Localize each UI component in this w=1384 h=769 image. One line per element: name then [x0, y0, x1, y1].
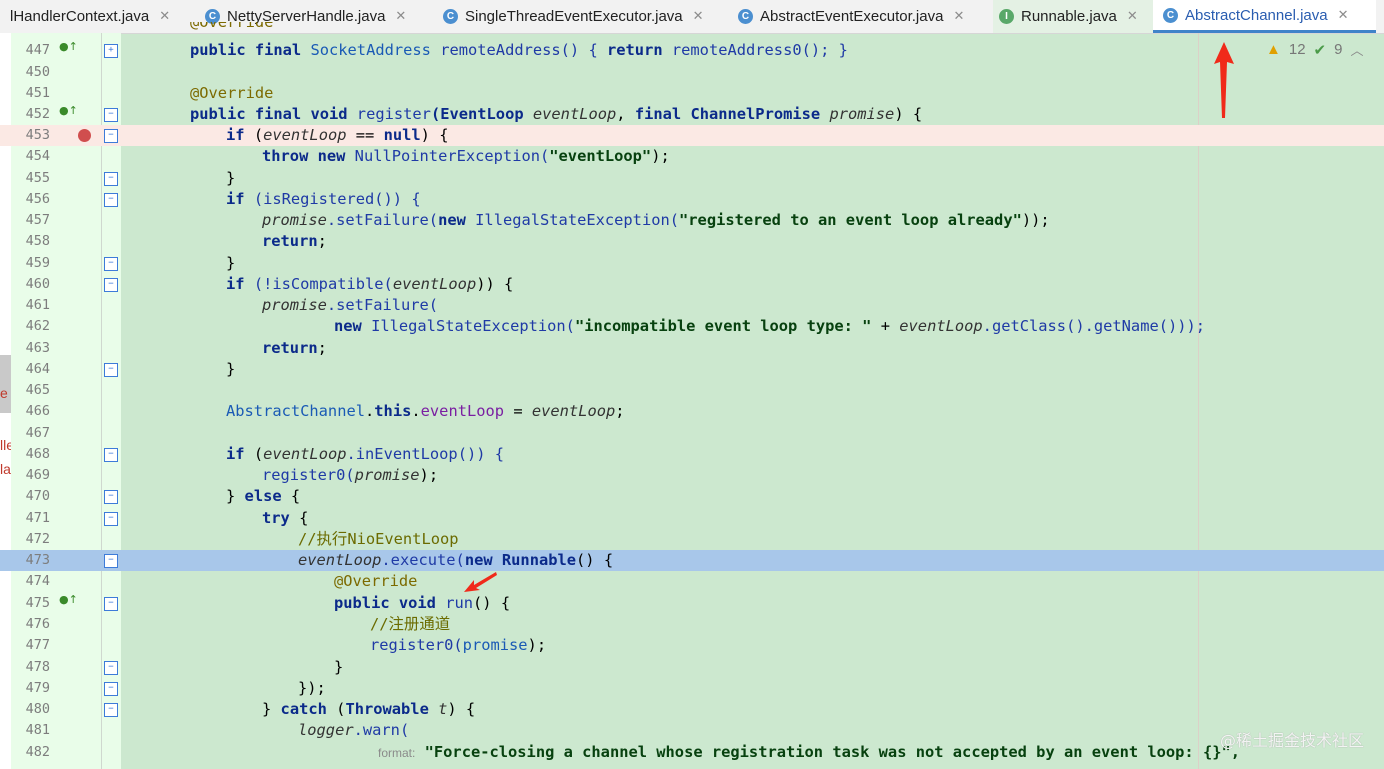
line-number: 474 — [25, 573, 50, 589]
override-icon[interactable]: ●↑ — [59, 104, 78, 117]
line-number: 476 — [25, 616, 50, 632]
line-number: 479 — [25, 680, 50, 696]
line-number: 458 — [25, 233, 50, 249]
fold-icon[interactable]: − — [104, 448, 118, 462]
line-number: 461 — [25, 297, 50, 313]
fold-icon[interactable]: − — [104, 661, 118, 675]
code-line: 481 logger.warn( — [0, 720, 1384, 741]
code-line: 458 return; — [0, 231, 1384, 252]
line-number: 460 — [25, 276, 50, 292]
tab-label: AbstractChannel.java — [1185, 6, 1328, 24]
fold-icon[interactable]: − — [104, 682, 118, 696]
line-number: 478 — [25, 659, 50, 675]
code-line: 455 − } — [0, 168, 1384, 189]
line-number: 465 — [25, 382, 50, 398]
line-number: 463 — [25, 340, 50, 356]
line-number: 475 — [25, 595, 50, 611]
fold-icon[interactable]: − — [104, 108, 118, 122]
line-number: 447 — [25, 42, 50, 58]
code-line: 454 throw new NullPointerException("even… — [0, 146, 1384, 167]
line-number: 472 — [25, 531, 50, 547]
code-line: 471 − try { — [0, 508, 1384, 529]
code-line: 457 promise.setFailure(new IllegalStateE… — [0, 210, 1384, 231]
line-number: 482 — [25, 744, 50, 760]
code-line: 465 — [0, 380, 1384, 401]
code-line: 460 − if (!isCompatible(eventLoop)) { — [0, 274, 1384, 295]
fold-icon[interactable]: − — [104, 512, 118, 526]
line-number: 480 — [25, 701, 50, 717]
code-line: 475 ●↑ − public void run() { — [0, 593, 1384, 614]
fold-icon[interactable]: + — [104, 44, 118, 58]
line-number: 462 — [25, 318, 50, 334]
code-line: 469 register0(promise); — [0, 465, 1384, 486]
code-line: 462 new IllegalStateException("incompati… — [0, 316, 1384, 337]
line-number: 452 — [25, 106, 50, 122]
watermark: @稀土掘金技术社区 — [1219, 731, 1364, 750]
line-number: 471 — [25, 510, 50, 526]
code-line: 478 − } — [0, 657, 1384, 678]
code-line: 464 − } — [0, 359, 1384, 380]
code-line: 466 AbstractChannel.this.eventLoop = eve… — [0, 401, 1384, 422]
fold-icon[interactable]: − — [104, 490, 118, 504]
code-line: 461 promise.setFailure( — [0, 295, 1384, 316]
close-icon[interactable]: ✕ — [1338, 8, 1349, 23]
code-line: 470 − } else { — [0, 486, 1384, 507]
code-line: 468 − if (eventLoop.inEventLoop()) { — [0, 444, 1384, 465]
code-line: @Override — [190, 22, 274, 31]
line-number: 470 — [25, 488, 50, 504]
code-line: 474 @Override — [0, 571, 1384, 592]
parameter-hint: format: — [378, 746, 416, 760]
code-line: 479 − }); — [0, 678, 1384, 699]
line-number: 454 — [25, 148, 50, 164]
line-number: 459 — [25, 255, 50, 271]
line-number: 466 — [25, 403, 50, 419]
code-line: 477 register0(promise); — [0, 635, 1384, 656]
code-line: 476 //注册通道 — [0, 614, 1384, 635]
line-number: 477 — [25, 637, 50, 653]
annotation-arrow-up — [1214, 42, 1234, 118]
code-line: 472 //执行NioEventLoop — [0, 529, 1384, 550]
line-number: 456 — [25, 191, 50, 207]
line-number: 468 — [25, 446, 50, 462]
code-line: 452 ●↑ − public final void register(Even… — [0, 104, 1384, 125]
code-line: 480 − } catch (Throwable t) { — [0, 699, 1384, 720]
line-number: 451 — [25, 85, 50, 101]
code-line: 447 ●↑ + public final SocketAddress remo… — [0, 40, 1384, 61]
code-line: 482 format: "Force-closing a channel who… — [0, 742, 1384, 763]
code-line: 463 return; — [0, 338, 1384, 359]
fold-icon[interactable]: − — [104, 703, 118, 717]
line-number: 473 — [25, 552, 50, 568]
line-number: 467 — [25, 425, 50, 441]
fold-icon[interactable]: − — [104, 278, 118, 292]
fold-icon[interactable]: − — [104, 257, 118, 271]
fold-icon[interactable]: − — [104, 597, 118, 611]
class-icon: C — [1163, 7, 1178, 23]
fold-icon[interactable]: − — [104, 193, 118, 207]
fold-icon[interactable]: − — [104, 129, 118, 143]
code-line: 450 — [0, 62, 1384, 83]
annotation-arrow-left — [464, 572, 497, 592]
fold-icon[interactable]: − — [104, 363, 118, 377]
fold-icon[interactable]: − — [104, 554, 118, 568]
line-number: 455 — [25, 170, 50, 186]
breakpoint-icon[interactable] — [78, 129, 91, 142]
code-line: 467 — [0, 423, 1384, 444]
override-icon[interactable]: ●↑ — [59, 40, 78, 53]
code-line: 456 − if (isRegistered()) { — [0, 189, 1384, 210]
line-number: 453 — [25, 127, 50, 143]
line-number: 481 — [25, 722, 50, 738]
override-icon[interactable]: ●↑ — [59, 593, 78, 606]
code-line: 451 @Override — [0, 83, 1384, 104]
line-number: 464 — [25, 361, 50, 377]
code-line-current: 473 − eventLoop.execute(new Runnable() { — [0, 550, 1384, 571]
code-line: 459 − } — [0, 253, 1384, 274]
line-number: 469 — [25, 467, 50, 483]
fold-icon[interactable]: − — [104, 172, 118, 186]
code-line-breakpoint: 453 − if (eventLoop == null) { — [0, 125, 1384, 146]
line-number: 450 — [25, 64, 50, 80]
line-number: 457 — [25, 212, 50, 228]
